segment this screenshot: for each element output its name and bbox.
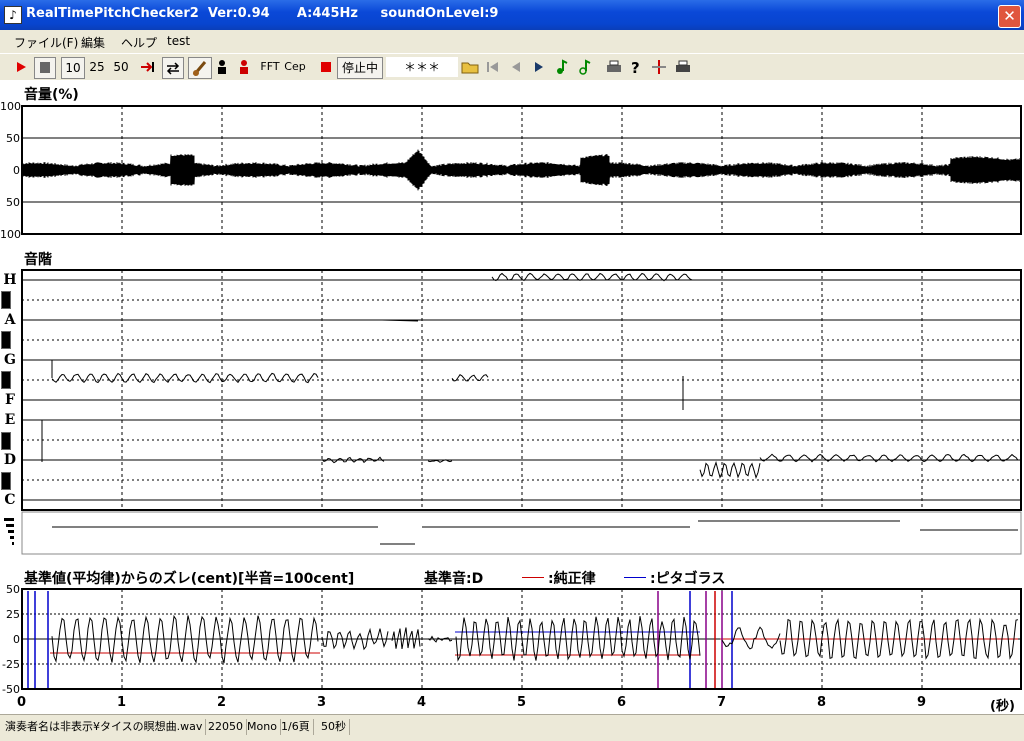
status-filename: 演奏者名は非表示¥タイスの瞑想曲.wav [2, 719, 207, 735]
note-strip-key [10, 536, 14, 539]
note-strip [21, 511, 1022, 555]
note-strip-key [6, 524, 14, 527]
status-channels: Mono [244, 719, 281, 735]
charts-svg [4, 105, 1022, 690]
status-samplerate: 22050 [205, 719, 247, 735]
note-strip-key [8, 530, 14, 533]
status-page: 1/6頁 [278, 719, 314, 735]
note-strip-key [4, 518, 14, 521]
status-bar: 演奏者名は非表示¥タイスの瞑想曲.wav 22050 Mono 1/6頁 50秒 [0, 714, 1024, 741]
status-duration: 50秒 [318, 719, 350, 735]
note-strip-key [12, 542, 14, 545]
